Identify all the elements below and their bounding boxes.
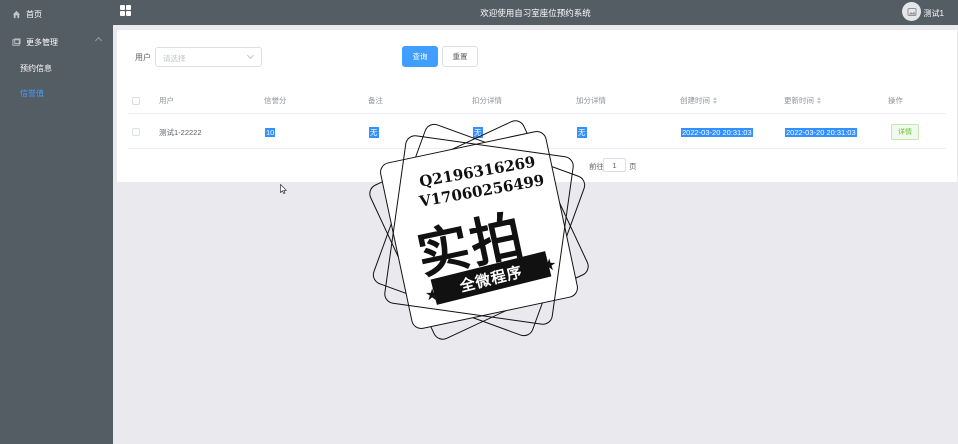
pagination-total: 共 1 条: [438, 162, 462, 171]
column-header-user: 用户: [159, 96, 174, 105]
sidebar-item-label: 更多管理: [26, 37, 58, 47]
column-header-label: 创建时间: [680, 96, 710, 105]
image-icon: [907, 7, 916, 16]
cell-deduct-value: 无: [473, 126, 483, 138]
sidebar-item-label: 首页: [26, 9, 42, 19]
chevron-up-icon: [94, 36, 103, 45]
user-select[interactable]: 请选择: [155, 47, 262, 67]
home-icon: [12, 10, 21, 19]
select-all-checkbox[interactable]: [132, 96, 140, 105]
stamp-main-text: 实拍: [412, 205, 531, 287]
sort-icon[interactable]: [817, 97, 821, 104]
user-filter-label: 用户: [135, 53, 151, 62]
column-header-remark: 备注: [368, 96, 383, 105]
row-checkbox[interactable]: [132, 128, 140, 136]
column-header-updated[interactable]: 更新时间: [784, 88, 821, 113]
pagination-page-suffix: 页: [629, 162, 637, 171]
star-icon: ★: [542, 257, 557, 274]
cell-add-value: 无: [577, 126, 587, 138]
column-header-score: 信誉分: [264, 96, 287, 105]
page-title: 欢迎使用自习室座位预约系统: [480, 8, 591, 18]
cell-created: 2022-03-20 20:31:03: [681, 116, 753, 148]
column-header-label: 更新时间: [784, 96, 814, 105]
cell-score: 10: [265, 116, 276, 148]
user-name[interactable]: 测试1: [924, 8, 944, 19]
cell-remark: 无: [369, 116, 379, 148]
sidebar: 首页 更多管理 预约信息 信誉值: [0, 0, 113, 444]
table-header: 用户 信誉分 备注 扣分详情 加分详情 创建时间 更新时间 操作: [128, 88, 946, 114]
column-header-add: 加分详情: [576, 96, 606, 105]
column-header-created[interactable]: 创建时间: [680, 88, 717, 113]
cell-user: 测试1-22222: [159, 127, 202, 137]
pagination-page-input[interactable]: 1: [603, 158, 626, 172]
cell-remark-value: 无: [369, 126, 379, 138]
chevron-down-icon: [246, 51, 255, 60]
avatar[interactable]: [902, 2, 921, 21]
column-header-action: 操作: [888, 96, 903, 105]
user-select-placeholder: 请选择: [163, 54, 186, 63]
pagination-goto-label: 前往: [589, 162, 604, 171]
cell-add: 无: [577, 116, 587, 148]
table-row: 测试1-22222 10 无 无 无 2022-03-20 20:31:03 2…: [128, 116, 946, 149]
sidebar-item-credit[interactable]: 信誉值: [0, 81, 113, 105]
reset-button[interactable]: 重置: [442, 46, 478, 67]
star-icon: ★: [425, 287, 440, 304]
stamp-ribbon: 全微程序: [430, 251, 552, 305]
sidebar-item-label: 预约信息: [20, 63, 52, 73]
column-header-deduct: 扣分详情: [472, 96, 502, 105]
sort-icon[interactable]: [713, 97, 717, 104]
topbar: 欢迎使用自习室座位预约系统 测试1: [113, 0, 958, 25]
sidebar-item-more-manage[interactable]: 更多管理: [0, 30, 113, 54]
cell-updated: 2022-03-20 20:31:03: [785, 116, 857, 148]
detail-button[interactable]: 详情: [891, 124, 919, 140]
cell-updated-value: 2022-03-20 20:31:03: [785, 127, 857, 137]
sidebar-item-reservations[interactable]: 预约信息: [0, 56, 113, 80]
sidebar-item-label: 信誉值: [20, 88, 44, 98]
menu-icon: [12, 37, 21, 47]
mouse-cursor-icon: [280, 184, 287, 194]
search-button[interactable]: 查询: [402, 46, 438, 67]
sidebar-item-home[interactable]: 首页: [0, 2, 113, 26]
cell-created-value: 2022-03-20 20:31:03: [681, 127, 753, 137]
cell-deduct: 无: [473, 116, 483, 148]
cell-score-value: 10: [265, 127, 276, 137]
